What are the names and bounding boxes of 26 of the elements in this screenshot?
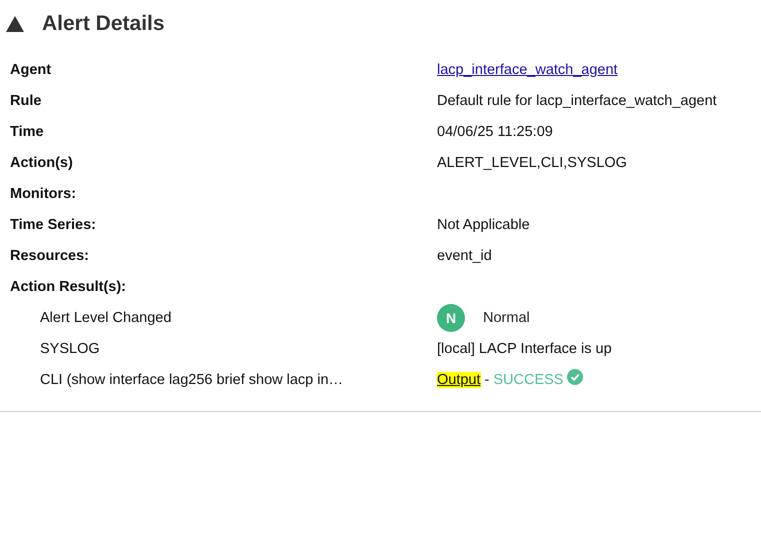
field-label: Rule [10, 92, 42, 108]
level-badge: N [437, 304, 465, 332]
field-label: Agent [10, 62, 52, 78]
separator-text: - [484, 372, 490, 388]
field-label: Monitors: [10, 186, 76, 202]
output-link[interactable]: Output [437, 372, 481, 388]
level-text: Normal [483, 310, 530, 326]
result-value: [local] LACP Interface is up [437, 340, 613, 356]
result-label: Alert Level Changed [39, 310, 172, 326]
field-label: Time [10, 124, 44, 140]
result-label: SYSLOG [39, 340, 101, 356]
collapse-triangle-icon[interactable] [6, 16, 24, 32]
field-label: Action Result(s): [10, 278, 126, 294]
result-label: CLI (show interface lag256 brief show lacp in… [39, 372, 344, 388]
field-value: 04/06/25 11:25:09 [437, 124, 554, 140]
success-check-icon [567, 368, 584, 384]
field-label: Resources: [10, 248, 89, 264]
field-value: ALERT_LEVEL,CLI,SYSLOG [437, 154, 628, 170]
field-label: Action(s) [10, 154, 73, 170]
section-title: Alert Details [42, 12, 165, 36]
agent-link[interactable]: lacp_interface_watch_agent [437, 62, 761, 78]
field-value: Not Applicable [437, 216, 531, 232]
field-label: Time Series: [10, 216, 96, 232]
field-value: Default rule for lacp_interface_watch_agent [437, 92, 718, 108]
status-text: SUCCESS [493, 372, 564, 388]
field-value: event_id [437, 248, 493, 264]
